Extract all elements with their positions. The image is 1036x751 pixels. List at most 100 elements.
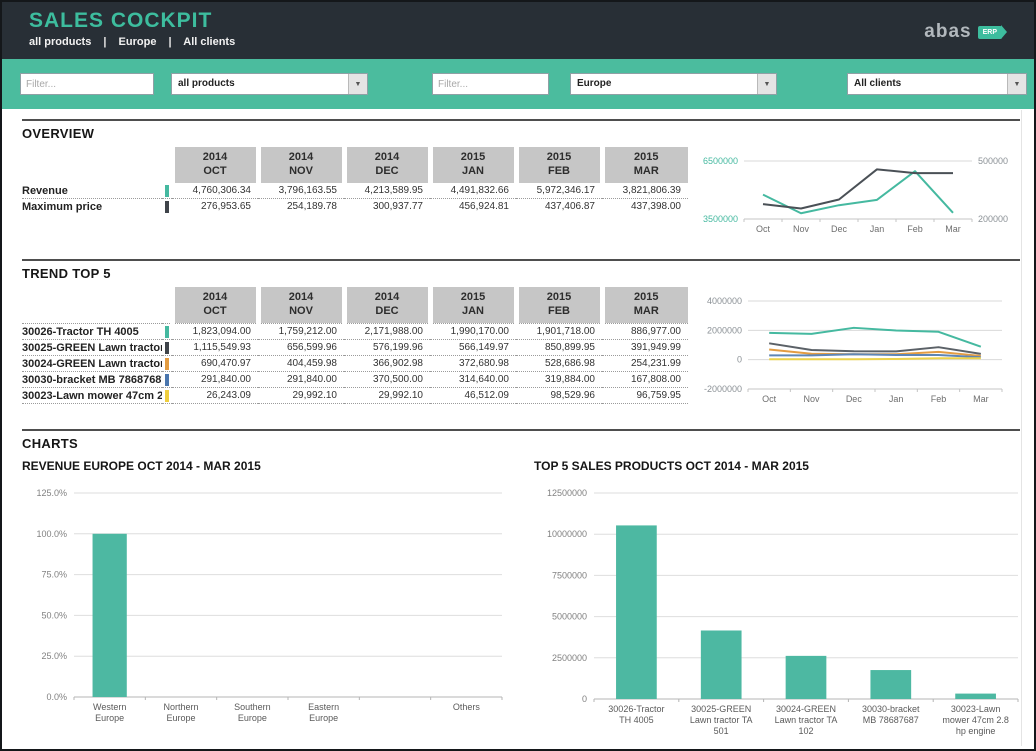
value-cell: 690,470.97 [172,355,258,371]
value-cell: 314,640.00 [430,371,516,387]
top5-products-bar-chart: 0250000050000007500000100000001250000030… [534,483,1024,745]
scrollbar-track[interactable] [1021,110,1022,746]
axis-label: 0 [737,355,742,365]
column-header: 2014OCT [172,287,258,323]
axis-label: Mar [945,224,961,234]
region-select[interactable]: Europe ▼ [570,73,777,95]
series-marker [165,358,169,370]
value-cell: 26,243.09 [172,387,258,403]
value-cell: 370,500.00 [344,371,430,387]
axis-label: 30026-Tractor [608,704,664,714]
axis-label: Oct [762,394,777,404]
trend_spark-svg: 400000020000000-2000000OctNovDecJanFebMa… [696,289,1016,415]
value-cell: 254,231.99 [602,355,688,371]
overview_spark-svg: 65000003500000500000200000OctNovDecJanFe… [696,149,1016,243]
axis-label: MB 78687687 [863,715,919,725]
chevron-down-icon: ▼ [757,74,776,94]
bar [93,534,127,697]
column-header: 2014OCT [172,147,258,183]
value-cell: 29,992.10 [258,387,344,403]
section-divider [22,259,1020,261]
value-cell: 1,115,549.93 [172,339,258,355]
column-header: 2015FEB [516,147,602,183]
axis-label: Europe [95,713,124,723]
axis-label: TH 4005 [619,715,654,725]
column-header: 2015JAN [430,147,516,183]
client-select-value: All clients [848,74,1007,94]
client-select[interactable]: All clients ▼ [847,73,1027,95]
app-header: SALES COCKPIT all products | Europe | Al… [2,2,1034,59]
axis-label: Oct [756,224,771,234]
value-cell: 372,680.98 [430,355,516,371]
region-select-value: Europe [571,74,757,94]
axis-label: 100.0% [36,529,67,539]
charts-section-title: CHARTS [22,436,1020,451]
value-cell: 98,529.96 [516,387,602,403]
table-row: 30026-Tractor TH 40051,823,094.001,759,2… [22,323,688,339]
value-cell: 456,924.81 [430,198,516,214]
row-label: Revenue [22,183,162,199]
table-row: 30023-Lawn mower 47cm 2.8 hp engine 26,24… [22,387,688,403]
top5_products-svg: 0250000050000007500000100000001250000030… [534,483,1024,745]
overview-line-chart: 65000003500000500000200000OctNovDecJanFe… [696,149,1016,243]
value-cell: 96,759.95 [602,387,688,403]
overview-section-title: OVERVIEW [22,126,1020,141]
value-cell: 167,808.00 [602,371,688,387]
value-cell: 1,990,170.00 [430,323,516,339]
axis-label: Dec [831,224,848,234]
abas-erp-badge: ERP [978,26,1002,39]
value-cell: 1,901,718.00 [516,323,602,339]
axis-label: Lawn tractor TA [690,715,753,725]
axis-label: 2500000 [552,653,587,663]
table-row: Revenue4,760,306.343,796,163.554,213,589… [22,183,688,199]
bar [701,630,742,699]
value-cell: 391,949.99 [602,339,688,355]
axis-label: Western [93,702,126,712]
breadcrumb-clients: All clients [183,36,235,48]
overview-table-container: 2014OCT2014NOV2014DEC2015JAN2015FEB2015M… [22,147,688,214]
product-filter-input[interactable] [20,73,154,95]
trend-top5-section: TREND TOP 5 2014OCT2014NOV2014DEC2015JAN… [22,259,1020,415]
row-label: 30024-GREEN Lawn tractor TA 102 [22,355,162,371]
axis-label: Feb [931,394,947,404]
dashboard-content: OVERVIEW 2014OCT2014NOV2014DEC2015JAN201… [2,109,1034,745]
abas-logo: abas ERP [924,21,1002,43]
axis-label: Others [453,702,481,712]
region-filter-input[interactable] [432,73,549,95]
axis-label: 5000000 [552,612,587,622]
overview-table: 2014OCT2014NOV2014DEC2015JAN2015FEB2015M… [22,147,688,214]
row-label: 30023-Lawn mower 47cm 2.8 hp engine [22,387,162,403]
value-cell: 5,972,346.17 [516,183,602,199]
series-marker [165,185,169,197]
axis-label: Southern [234,702,271,712]
axis-label: hp engine [956,726,996,736]
column-header: 2014NOV [258,147,344,183]
column-header: 2014NOV [258,287,344,323]
axis-label: 75.0% [41,570,67,580]
series-marker [165,390,169,402]
section-divider [22,119,1020,121]
product-select[interactable]: all products ▼ [171,73,368,95]
value-cell: 3,796,163.55 [258,183,344,199]
axis-label: 10000000 [547,529,587,539]
abas-logo-text: abas [924,21,971,43]
value-cell: 656,599.96 [258,339,344,355]
table-row: Maximum price276,953.65254,189.78300,937… [22,198,688,214]
axis-label: 125.0% [36,488,67,498]
charts-section: CHARTS REVENUE EUROPE OCT 2014 - MAR 201… [22,429,1020,745]
table-row: 30024-GREEN Lawn tractor TA 102 690,470.9… [22,355,688,371]
value-cell: 1,759,212.00 [258,323,344,339]
trend-line-chart: 400000020000000-2000000OctNovDecJanFebMa… [696,289,1016,415]
value-cell: 4,213,589.95 [344,183,430,199]
table-row: 30025-GREEN Lawn tractor TA 501 1,115,549… [22,339,688,355]
axis-label: Europe [166,713,195,723]
axis-label: 200000 [978,214,1008,224]
column-header: 2014DEC [344,287,430,323]
axis-label: 30030-bracket [862,704,920,714]
series-marker [165,326,169,338]
axis-label: 2000000 [707,325,742,335]
axis-label: Dec [846,394,863,404]
axis-label: mower 47cm 2.8 [942,715,1009,725]
row-label: 30025-GREEN Lawn tractor TA 501 [22,339,162,355]
series-marker [165,374,169,386]
